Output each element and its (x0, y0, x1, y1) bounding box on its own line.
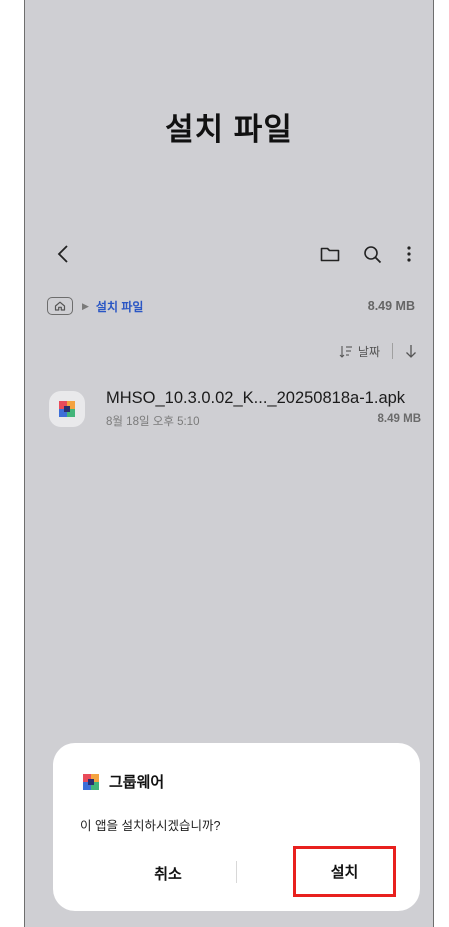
home-icon[interactable] (47, 297, 73, 315)
file-list-item[interactable]: MHSO_10.3.0.02_K..._20250818a-1.apk 8월 1… (49, 385, 421, 439)
sort-bar: 날짜 (339, 339, 417, 363)
folder-size: 8.49 MB (367, 299, 415, 313)
groupware-app-icon (83, 773, 99, 790)
toolbar (25, 236, 433, 272)
screen: 설치 파일 ▶ 설치 파일 8.49 MB 날짜 MHSO_10.3.0.02_… (24, 0, 434, 927)
more-icon[interactable] (399, 236, 419, 272)
sort-label[interactable]: 날짜 (358, 343, 380, 360)
button-divider (236, 861, 237, 883)
cancel-button[interactable]: 취소 (133, 859, 203, 887)
breadcrumb-current[interactable]: 설치 파일 (96, 298, 144, 315)
back-icon[interactable] (51, 236, 75, 272)
sort-direction-icon[interactable] (405, 344, 417, 359)
page-title: 설치 파일 (165, 112, 293, 147)
breadcrumb-arrow-icon: ▶ (82, 300, 89, 311)
sort-divider (392, 343, 393, 359)
dialog-app-name: 그룹웨어 (109, 774, 165, 791)
app-icon (49, 391, 85, 427)
dialog-app-header: 그룹웨어 (83, 771, 164, 792)
sort-order-icon[interactable] (339, 345, 353, 358)
search-icon[interactable] (359, 236, 385, 272)
file-date: 8월 18일 오후 5:10 (106, 416, 200, 428)
dialog-message: 이 앱을 설치하시겠습니까? (80, 819, 221, 833)
file-name: MHSO_10.3.0.02_K..._20250818a-1.apk (106, 389, 406, 407)
install-button[interactable]: 설치 (293, 846, 396, 897)
folder-icon[interactable] (317, 236, 343, 272)
breadcrumb: ▶ 설치 파일 8.49 MB (47, 293, 415, 319)
install-dialog: 그룹웨어 이 앱을 설치하시겠습니까? 취소 설치 (53, 743, 420, 911)
file-size: 8.49 MB (377, 413, 421, 425)
